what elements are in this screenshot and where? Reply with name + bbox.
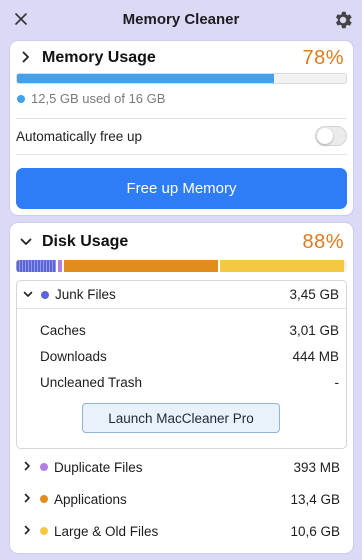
chevron-right-icon[interactable] [20, 461, 34, 474]
list-item: Caches 3,01 GB [40, 319, 339, 341]
disk-header[interactable]: Disk Usage 88% [10, 225, 353, 259]
junk-files-row[interactable]: Junk Files 3,45 GB [17, 281, 346, 309]
toggle-knob [317, 128, 333, 144]
large-old-dot-icon [40, 527, 48, 535]
applications-row[interactable]: Applications 13,4 GB [16, 487, 347, 511]
junk-files-group: Junk Files 3,45 GB Caches 3,01 GB Downlo… [16, 280, 347, 449]
free-up-memory-button[interactable]: Free up Memory [16, 168, 347, 209]
disk-segment-junk-files [16, 260, 56, 272]
junk-files-label: Junk Files [55, 287, 116, 302]
junk-files-value: 3,45 GB [289, 287, 339, 302]
chevron-right-icon[interactable] [20, 493, 34, 506]
duplicate-files-value: 393 MB [293, 459, 340, 475]
memory-used-text: 12,5 GB used of 16 GB [17, 91, 165, 106]
caches-value: 3,01 GB [289, 322, 339, 338]
duplicate-files-label: Duplicate Files [54, 459, 143, 475]
launch-maccleaner-button[interactable]: Launch MacCleaner Pro [82, 403, 280, 433]
downloads-label: Downloads [40, 348, 107, 364]
memory-used-label: 12,5 GB used of 16 GB [31, 91, 166, 106]
memory-dot-icon [17, 94, 25, 103]
chevron-down-icon[interactable] [21, 289, 35, 301]
large-old-files-value: 10,6 GB [290, 523, 340, 539]
list-item: Uncleaned Trash - [40, 371, 339, 393]
applications-dot-icon [40, 495, 48, 503]
disk-percent: 88% [302, 230, 344, 253]
disk-usage-bar [16, 260, 347, 272]
caches-label: Caches [40, 322, 86, 338]
applications-value: 13,4 GB [290, 491, 340, 507]
memory-title: Memory Usage [42, 49, 156, 66]
memory-card: Memory Usage 78% 12,5 GB used of 16 GB A… [9, 40, 354, 216]
chevron-right-icon[interactable] [20, 525, 34, 538]
disk-card: Disk Usage 88% Junk Files 3,45 GB Caches… [9, 222, 354, 554]
window-title: Memory Cleaner [122, 11, 240, 28]
disk-segment-duplicate-files [55, 260, 63, 272]
memory-header[interactable]: Memory Usage 78% [10, 41, 353, 75]
divider [16, 154, 347, 155]
list-item: Downloads 444 MB [40, 345, 339, 367]
chevron-down-icon[interactable] [19, 235, 33, 249]
chevron-right-icon[interactable] [19, 51, 33, 66]
duplicate-files-row[interactable]: Duplicate Files 393 MB [16, 455, 347, 479]
downloads-value: 444 MB [292, 348, 339, 364]
gear-icon[interactable] [332, 9, 354, 31]
large-old-files-row[interactable]: Large & Old Files 10,6 GB [16, 519, 347, 543]
duplicate-dot-icon [40, 463, 48, 471]
memory-usage-bar [16, 73, 347, 84]
memory-usage-fill [17, 74, 274, 83]
junk-dot-icon [41, 290, 49, 299]
disk-segment-large-old-files [217, 260, 344, 272]
auto-free-label: Automatically free up [16, 128, 143, 144]
memory-percent: 78% [302, 46, 344, 69]
applications-label: Applications [54, 491, 127, 507]
divider [16, 118, 347, 119]
title-bar: Memory Cleaner [0, 0, 362, 38]
large-old-files-label: Large & Old Files [54, 523, 159, 539]
disk-title: Disk Usage [42, 233, 129, 250]
auto-free-row: Automatically free up [16, 121, 347, 151]
disk-segment-applications [62, 260, 218, 272]
trash-label: Uncleaned Trash [40, 374, 143, 390]
auto-free-toggle[interactable] [315, 126, 347, 146]
trash-value: - [334, 374, 340, 390]
